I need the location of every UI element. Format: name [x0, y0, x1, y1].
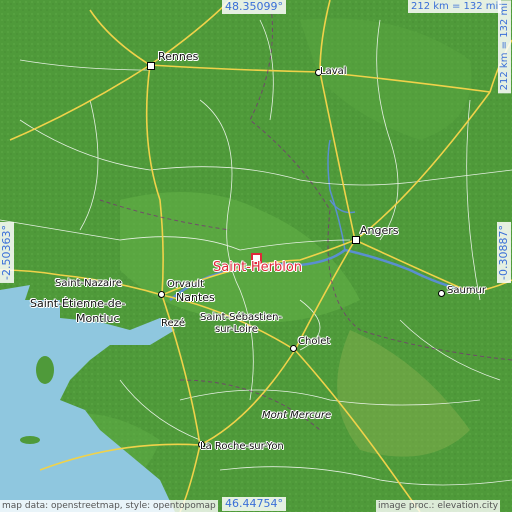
saumur-marker	[438, 290, 445, 297]
coord-top: 48.35099°	[222, 0, 286, 14]
place-label-sur-loire: sur-Loire	[215, 324, 258, 335]
place-label-nantes: Nantes	[176, 291, 215, 304]
place-label-rennes: Rennes	[158, 50, 199, 63]
place-label-laval: Laval	[320, 66, 347, 77]
place-label-reze: Rezé	[161, 318, 186, 329]
angers-marker	[352, 236, 360, 244]
place-label-la-roche: La Roche-sur-Yon	[200, 441, 284, 452]
place-label-mont-mercure: Mont Mercure	[262, 410, 332, 421]
place-label-saint-herblon: Saint-Herblon	[213, 260, 303, 275]
place-label-angers: Angers	[360, 224, 399, 237]
coord-right: -0.30887°	[497, 222, 511, 283]
place-label-montluc: Montluc	[76, 312, 120, 325]
coord-bottom: 46.44754°	[222, 497, 286, 511]
nantes-marker	[158, 291, 165, 298]
scale-top: 212 km = 132 mi	[408, 0, 502, 13]
credit-left: map data: openstreetmap, style: opentopo…	[0, 500, 218, 512]
place-label-orvault: Orvault	[167, 279, 205, 290]
map[interactable]: Rennes Laval Angers Saint-Herblon Saint-…	[0, 0, 512, 512]
place-label-saint-sebastien: Saint-Sébastien-	[200, 312, 283, 323]
place-label-cholet: Cholet	[298, 336, 331, 347]
island	[36, 356, 54, 384]
coord-left: -2.50363°	[0, 222, 14, 283]
scale-right: 212 km = 132 mi	[498, 0, 511, 94]
island	[20, 436, 40, 444]
lake	[142, 333, 158, 343]
credit-right: image proc.: elevation.city	[376, 500, 501, 512]
place-label-saint-nazaire: Saint-Nazaire	[55, 278, 122, 289]
rennes-marker	[147, 62, 155, 70]
place-label-saint-etienne: Saint-Étienne-de-	[30, 297, 126, 310]
place-label-saumur: Saumur	[447, 285, 487, 296]
cholet-marker	[290, 345, 297, 352]
